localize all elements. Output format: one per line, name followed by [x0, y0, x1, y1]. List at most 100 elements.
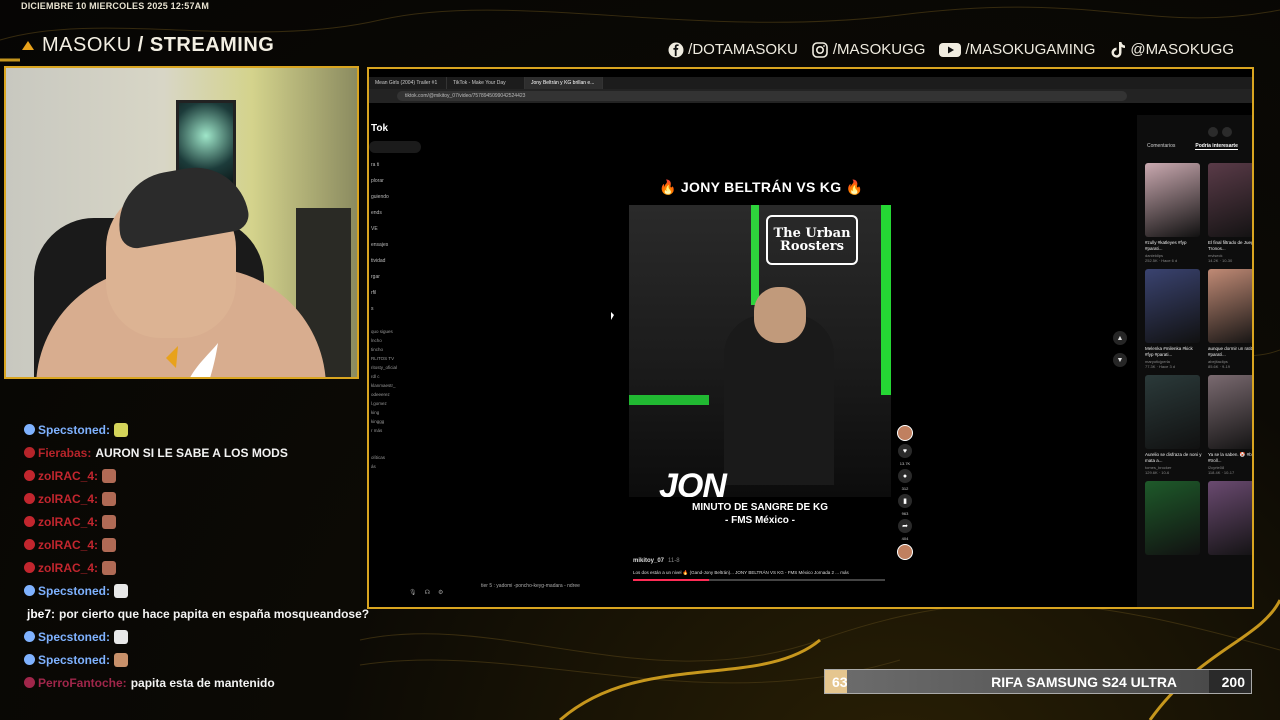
recommended-video[interactable]: #zully #katleyes #fyp #parati... danieldi…	[1145, 163, 1202, 263]
video-thumbnail	[1145, 269, 1200, 343]
headset-icon[interactable]: ☊	[425, 589, 430, 596]
following-item[interactable]: r más	[371, 428, 397, 437]
video-thumbnail	[1208, 269, 1252, 343]
following-item[interactable]: king	[371, 410, 397, 419]
following-item[interactable]	[371, 446, 397, 455]
following-item[interactable]: olíticas	[371, 455, 397, 464]
recommended-meta: mviseck 14.2K · 10-30	[1208, 253, 1233, 263]
following-item[interactable]: kinggg	[371, 419, 397, 428]
emote-icon	[102, 560, 117, 575]
social-label: /MASOKUGAMING	[965, 41, 1096, 58]
following-item[interactable]: lncho	[371, 338, 397, 347]
facebook-icon	[667, 41, 684, 58]
youtube-icon	[939, 41, 962, 58]
following-item[interactable]: tincho	[371, 347, 397, 356]
user-badge-icon	[24, 493, 35, 504]
chat-text: papita esta de mantenido	[130, 675, 275, 690]
side-nav-item[interactable]: ensajes	[371, 242, 389, 258]
video-overlay-text: JON	[659, 467, 727, 497]
mic-icon[interactable]: 🎙	[409, 589, 417, 596]
recommended-video[interactable]: Aurelio se disfraza de noni y mata a... t…	[1145, 375, 1202, 475]
side-nav-item[interactable]: plorar	[371, 178, 389, 194]
recommended-title: Aurelio se disfraza de noni y mata a...	[1145, 452, 1202, 463]
brand-triangle-icon	[22, 41, 34, 50]
brand-title: MASOKU / STREAMING	[42, 34, 274, 57]
chat-username[interactable]: jbe7:	[27, 607, 55, 621]
recommended-video[interactable]: Ya se la saben. 🤡 #broma #troll... l2cyrt…	[1208, 375, 1254, 475]
chat-username[interactable]: Specstoned:	[38, 423, 110, 437]
side-nav-item[interactable]: guiendo	[371, 194, 389, 210]
comment-icon[interactable]: ●	[898, 469, 912, 483]
chat-username[interactable]: Fierabas:	[38, 446, 91, 460]
video-thumbnail	[1208, 481, 1252, 555]
recommended-video[interactable]: El final filtrado de Juego de Tronos... m…	[1208, 163, 1252, 263]
recommended-title: Melenka #milenka #kick #fyp #parati...	[1145, 346, 1193, 357]
user-badge-icon	[24, 677, 35, 688]
chat-text: por cierto que hace papita en españa mos…	[59, 606, 370, 621]
following-item[interactable]: odeeerez	[371, 392, 397, 401]
emote-icon	[114, 583, 129, 598]
video-thumbnail	[1145, 163, 1200, 237]
tiktok-logo[interactable]: Tok	[371, 123, 388, 134]
side-nav-item[interactable]: ra ti	[371, 162, 389, 178]
following-item[interactable]: RLITOS TV	[371, 356, 397, 365]
chat-username[interactable]: zolRAC_4:	[38, 538, 98, 552]
video-author[interactable]: mikitoy_07 11-8	[633, 558, 680, 564]
brand-title-bold: / STREAMING	[137, 34, 275, 56]
like-icon[interactable]: ♥	[898, 444, 912, 458]
tiktok-side-nav: ra ti plorar guiendo ends VE ensajes tividad rg…	[371, 162, 389, 322]
creator-avatar[interactable]	[897, 425, 913, 441]
raffle-bar: 63 RIFA SAMSUNG S24 ULTRA 200	[824, 669, 1252, 694]
sound-avatar[interactable]	[897, 544, 913, 560]
chat-username[interactable]: zolRAC_4:	[38, 469, 98, 483]
side-nav-item[interactable]: ends	[371, 210, 389, 226]
side-nav-item[interactable]: VE	[371, 226, 389, 242]
url-input[interactable]: tiktok.com/@mikitoy_07/video/75789450990…	[397, 91, 1127, 101]
chat-username[interactable]: PerroFantoche:	[38, 676, 127, 690]
gear-icon[interactable]: ⚙	[438, 589, 443, 596]
rapper-head	[754, 287, 806, 343]
recommended-video[interactable]	[1145, 481, 1202, 555]
browser-tab[interactable]: Mean Girls (2004) Trailer #1	[369, 77, 447, 89]
raffle-label: RIFA SAMSUNG S24 ULTRA	[847, 670, 1209, 693]
chat-username[interactable]: zolRAC_4:	[38, 515, 98, 529]
like-count: 13.7K	[899, 461, 911, 466]
following-item[interactable]: klanmaestr_	[371, 383, 397, 392]
following-item[interactable]: ritosty_oficial	[371, 365, 397, 374]
author-date: 11-8	[668, 558, 680, 564]
side-nav-item[interactable]: rgar	[371, 274, 389, 290]
tiktok-search-input[interactable]	[369, 141, 421, 153]
recommended-video[interactable]	[1208, 481, 1252, 555]
chat-username[interactable]: Specstoned:	[38, 630, 110, 644]
tab-recommended[interactable]: Podría interesarte	[1195, 143, 1238, 150]
bookmark-icon[interactable]: ▮	[898, 494, 912, 508]
tab-comments[interactable]: Comentarios	[1147, 143, 1175, 150]
chat-username[interactable]: zolRAC_4:	[38, 492, 98, 506]
side-nav-item[interactable]: tividad	[371, 258, 389, 274]
following-item[interactable]: rdl c	[371, 374, 397, 383]
recommended-video[interactable]: Melenka #milenka #kick #fyp #parati... ma…	[1145, 269, 1202, 369]
user-badge-icon	[24, 631, 35, 642]
browser-tab-active[interactable]: Jony Beltrán y KG brillan e...	[525, 77, 603, 89]
chevron-down-icon[interactable]: ▼	[1113, 353, 1127, 367]
share-count: 404	[901, 536, 909, 541]
side-nav-item[interactable]: s	[371, 306, 389, 322]
recommended-video[interactable]: aunque dormir un ratito 😴 #paratí... abej…	[1208, 269, 1252, 369]
chat-username[interactable]: Specstoned:	[38, 584, 110, 598]
video-title: 🔥 JONY BELTRÁN VS KG 🔥	[659, 179, 864, 195]
following-item[interactable]: ás	[371, 464, 397, 473]
settings-icon[interactable]	[1208, 127, 1218, 137]
chat-username[interactable]: Specstoned:	[38, 653, 110, 667]
device-icon[interactable]	[1222, 127, 1232, 137]
recommended-title: Ya se la saben. 🤡 #broma #troll...	[1208, 452, 1254, 463]
chat-username[interactable]: zolRAC_4:	[38, 561, 98, 575]
following-item[interactable]	[371, 437, 397, 446]
share-icon[interactable]: ➦	[898, 519, 912, 533]
video-progress-bar[interactable]	[633, 579, 885, 581]
video-player[interactable]: The Urban Roosters JON	[629, 205, 891, 497]
following-item[interactable]: quo sigues	[371, 329, 397, 338]
side-nav-item[interactable]: rfil	[371, 290, 389, 306]
chevron-up-icon[interactable]: ▲	[1113, 331, 1127, 345]
following-item[interactable]: l.gomez	[371, 401, 397, 410]
browser-tab[interactable]: TikTok - Make Your Day	[447, 77, 525, 89]
